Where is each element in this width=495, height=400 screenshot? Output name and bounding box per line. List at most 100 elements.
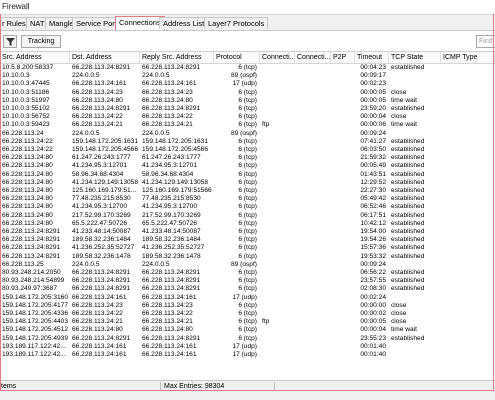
p2p-cell xyxy=(331,179,355,187)
col-src-address[interactable]: Src. Address xyxy=(0,52,70,63)
table-row[interactable]: 66.228.113.24:80 41.234.129.149:13058 41.2… xyxy=(0,179,495,187)
table-row[interactable]: 159.148.172.205:4939 66.228.113.24:8291 66… xyxy=(0,335,495,343)
connection-mark-cell xyxy=(295,195,331,203)
tab-layer7-protocols[interactable]: Layer7 Protocols xyxy=(204,17,269,29)
reply-src-address-cell: 65.5.222.47:50726 xyxy=(142,219,198,227)
connection-mark-cell xyxy=(295,244,331,252)
icmp-type-cell xyxy=(441,203,495,211)
table-row[interactable]: 66.228.113.24:8291 41.236.252.35:52727 41.… xyxy=(0,244,495,252)
icmp-type-cell xyxy=(441,253,495,261)
tcp-state-cell xyxy=(389,294,441,302)
tab-bar: r Rules NAT Mangle Service Ports Connect… xyxy=(0,15,495,31)
table-row[interactable]: 159.148.172.205:4403 66.228.113.24:21 66.2… xyxy=(0,318,495,326)
tcp-state-cell xyxy=(389,80,441,88)
src-address-cell: 66.228.113.24:22 xyxy=(2,146,53,153)
p2p-cell xyxy=(331,310,355,318)
table-row[interactable]: 66.228.113.24:80 61.247.26.243:1777 61.247… xyxy=(0,154,495,162)
p2p-cell xyxy=(331,195,355,203)
filter-button[interactable] xyxy=(3,35,17,48)
table-row[interactable]: 10.10.0.3:51997 66.228.113.24:80 66.228.11… xyxy=(0,97,495,105)
connection-type-cell xyxy=(260,335,295,343)
connection-type-cell xyxy=(260,171,295,179)
table-row[interactable]: 66.228.113.24:80 77.48.235.215:8530 77.48.… xyxy=(0,195,495,203)
tracking-button[interactable]: Tracking xyxy=(21,35,61,48)
find-input[interactable]: Find xyxy=(476,35,495,48)
table-row[interactable]: 66.228.113.25 224.0.0.5 224.0.0.5 89 (ospf)… xyxy=(0,261,495,269)
reply-src-address-cell: 159.148.172.205:4566 xyxy=(142,146,209,153)
protocol-cell: 6 (tcp) xyxy=(238,88,257,96)
src-address-cell: 193.189.117.122:42... xyxy=(2,351,66,358)
table-row[interactable]: 66.228.113.24:80 41.234.95.3:12701 41.234.… xyxy=(0,162,495,170)
timeout-cell: 00:02:24 xyxy=(360,293,386,301)
col-connection-type[interactable]: Connecti... xyxy=(260,52,295,63)
table-row[interactable]: 10.5.8.200:58337 66.228.113.24:8291 66.228… xyxy=(0,64,495,72)
icmp-type-cell xyxy=(441,171,495,179)
table-row[interactable]: 10.10.0.3 224.0.0.5 224.0.0.5 89 (ospf) 00:0… xyxy=(0,72,495,80)
reply-src-address-cell: 66.228.113.24:8291 xyxy=(142,64,201,71)
table-row[interactable]: 66.228.113.24:22 159.148.172.205:4566 159.… xyxy=(0,146,495,154)
icmp-type-cell xyxy=(441,187,495,195)
timeout-cell: 00:01:40 xyxy=(360,342,386,350)
table-row[interactable]: 80.93.248.214:54899 66.228.113.24:8291 66.… xyxy=(0,277,495,285)
col-reply-src-address[interactable]: Reply Src. Address xyxy=(140,52,214,63)
connection-mark-cell xyxy=(295,171,331,179)
src-address-cell: 66.228.113.24:8291 xyxy=(2,236,61,244)
reply-src-address-cell: 41.234.95.3:12700 xyxy=(142,203,198,211)
protocol-cell: 6 (tcp) xyxy=(238,146,257,153)
table-row[interactable]: 193.189.117.122:42... 66.228.113.24:161 66… xyxy=(0,351,495,359)
table-row[interactable]: 66.228.113.24:80 41.234.95.3:12700 41.234.… xyxy=(0,203,495,211)
connection-type-cell xyxy=(260,351,295,359)
col-icmp-type[interactable]: ICMP Type xyxy=(441,52,495,63)
col-dst-address[interactable]: Dst. Address xyxy=(70,52,140,63)
reply-src-address-cell: 66.228.113.24:8291 xyxy=(142,334,201,342)
connection-mark-cell xyxy=(295,97,331,105)
p2p-cell xyxy=(331,343,355,351)
col-protocol[interactable]: Protocol xyxy=(214,52,260,63)
table-row[interactable]: 10.10.0.3:55102 66.228.113.24:8291 66.228.… xyxy=(0,105,495,113)
dst-address-cell: 189.58.32.236:1484 xyxy=(72,236,131,244)
table-row[interactable]: 10.10.0.3:51186 66.228.113.24:23 66.228.11… xyxy=(0,89,495,97)
table-row[interactable]: 66.228.113.24:80 125.160.169.179:51... 125… xyxy=(0,187,495,195)
connection-mark-cell xyxy=(295,138,331,146)
table-row[interactable]: 159.148.172.205:4336 66.228.113.24:22 66.2… xyxy=(0,310,495,318)
table-row[interactable]: 66.228.113.24:80 217.52.99.170:3269 217.52… xyxy=(0,212,495,220)
timeout-cell: 00:09:24 xyxy=(360,260,386,268)
table-row[interactable]: 80.93.248.214:2050 66.228.113.24:8291 66.2… xyxy=(0,269,495,277)
col-tcp-state[interactable]: TCP State xyxy=(389,52,441,63)
table-row[interactable]: 193.189.117.122:42... 66.228.113.24:161 66… xyxy=(0,343,495,351)
tab-connections[interactable]: Connections xyxy=(115,16,165,30)
reply-src-address-cell: 66.228.113.24:23 xyxy=(142,88,193,96)
table-row[interactable]: 10.10.0.3:56752 66.228.113.24:22 66.228.11… xyxy=(0,113,495,121)
table-row[interactable]: 66.228.113.24:80 65.5.222.47:50726 65.5.22… xyxy=(0,220,495,228)
col-connection-mark[interactable]: Connecti... xyxy=(295,52,331,63)
p2p-cell xyxy=(331,318,355,326)
connection-mark-cell xyxy=(295,326,331,334)
col-timeout[interactable]: Timeout xyxy=(355,52,389,63)
reply-src-address-cell: 66.228.113.24:8291 xyxy=(142,105,201,112)
table-row[interactable]: 66.228.113.24:22 159.148.172.205:1631 159.… xyxy=(0,138,495,146)
tcp-state-cell: established xyxy=(391,195,425,203)
table-row[interactable]: 66.228.113.24:80 58.96.34.68:4304 58.96.34… xyxy=(0,171,495,179)
protocol-cell: 6 (tcp) xyxy=(238,170,257,178)
connection-type-cell xyxy=(260,162,295,170)
tcp-state-cell xyxy=(389,72,441,80)
src-address-cell: 66.228.113.24:80 xyxy=(2,154,53,162)
table-row[interactable]: 159.148.172.205:4512 66.228.113.24:80 66.2… xyxy=(0,326,495,334)
icmp-type-cell xyxy=(441,236,495,244)
connection-mark-cell xyxy=(295,154,331,162)
table-row[interactable]: 159.148.172.205:4177 66.228.113.24:23 66.2… xyxy=(0,302,495,310)
table-row[interactable]: 10.10.0.3:59423 66.228.113.24:21 66.228.11… xyxy=(0,121,495,129)
table-row[interactable]: 66.228.113.24:8291 189.58.32.236:1478 189.… xyxy=(0,253,495,261)
connection-type-cell xyxy=(260,269,295,277)
table-row[interactable]: 159.148.172.205:3160 66.228.113.24:161 66.… xyxy=(0,294,495,302)
timeout-cell: 19:54:26 xyxy=(360,236,386,244)
src-address-cell: 66.228.113.24:80 xyxy=(2,219,53,227)
table-row[interactable]: 66.228.113.24:8291 189.58.32.236:1484 189.… xyxy=(0,236,495,244)
table-header: Src. Address Dst. Address Reply Src. Add… xyxy=(0,52,495,64)
table-row[interactable]: 10.10.0.3:47445 66.228.113.24:161 66.228.1… xyxy=(0,80,495,88)
reply-src-address-cell: 66.228.113.24:22 xyxy=(142,310,193,317)
table-row[interactable]: 66.228.113.24:8291 41.233.48.14:50087 41.2… xyxy=(0,228,495,236)
col-p2p[interactable]: P2P xyxy=(331,52,355,63)
table-row[interactable]: 80.93.249.97:3687 66.228.113.24:8291 66.22… xyxy=(0,285,495,293)
table-row[interactable]: 66.228.113.24 224.0.0.5 224.0.0.5 89 (ospf)… xyxy=(0,130,495,138)
